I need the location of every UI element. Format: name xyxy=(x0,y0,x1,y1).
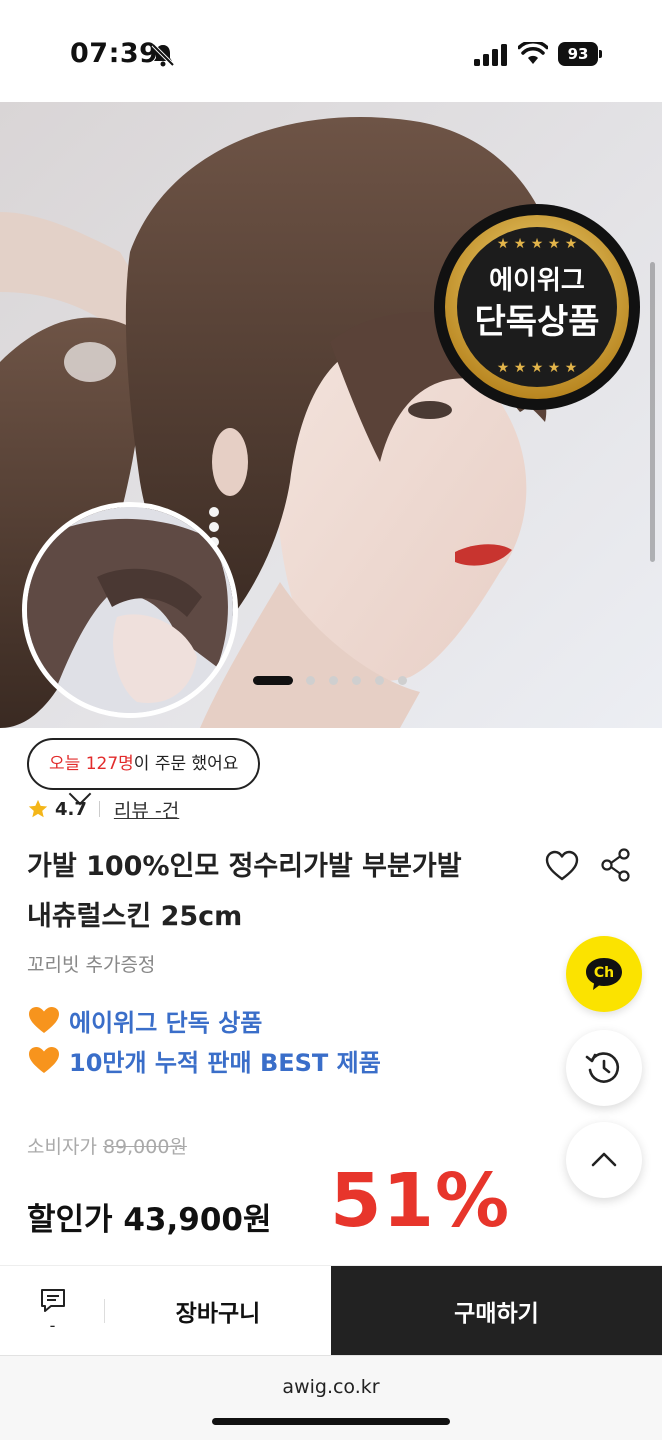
inquiry-button[interactable]: - xyxy=(0,1266,105,1356)
promo-text: 10만개 누적 판매 BEST 제품 xyxy=(69,1048,381,1077)
chat-icon xyxy=(41,1289,65,1312)
share-icon[interactable] xyxy=(600,848,632,882)
rating-value: 4.7 xyxy=(55,798,87,820)
product-title: 가발 100%인모 정수리가발 부분가발 내츄럴스킨 25cm xyxy=(27,842,507,942)
svg-text:★ ★ ★ ★ ★: ★ ★ ★ ★ ★ xyxy=(497,360,578,376)
scroll-indicator xyxy=(650,262,655,562)
product-image-carousel[interactable]: ★ ★ ★ ★ ★ ★ ★ ★ ★ ★ 에이위그 단독상품 xyxy=(0,102,662,728)
detail-inset-photo xyxy=(22,502,238,718)
exclusive-badge: ★ ★ ★ ★ ★ ★ ★ ★ ★ ★ 에이위그 단독상품 xyxy=(432,202,642,412)
promo-text: 에이위그 단독 상품 xyxy=(69,1008,263,1037)
product-title-line2: 내츄럴스킨 25cm xyxy=(27,901,243,932)
promo-line: 에이위그 단독 상품 xyxy=(27,1002,262,1038)
carousel-dot-active[interactable] xyxy=(253,676,293,685)
bottom-action-bar: - 장바구니 구매하기 xyxy=(0,1265,662,1356)
carousel-dot[interactable] xyxy=(352,676,361,685)
order-count-bubble: 오늘 127명이 주문 했어요 xyxy=(27,738,261,790)
order-prefix: 오늘 xyxy=(49,754,86,774)
product-subtitle: 꼬리빗 추가증정 xyxy=(27,954,156,976)
buy-now-button[interactable]: 구매하기 xyxy=(331,1266,662,1356)
consumer-price-label: 소비자가 xyxy=(27,1136,103,1158)
orange-heart-icon xyxy=(29,1047,59,1073)
carousel-dot[interactable] xyxy=(329,676,338,685)
kakao-chat-icon: Ch xyxy=(586,958,622,990)
url-text[interactable]: awig.co.kr xyxy=(0,1376,662,1398)
product-title-line1: 가발 100%인모 정수리가발 부분가발 xyxy=(27,851,462,882)
badge-brand-text: 에이위그 xyxy=(489,266,585,296)
home-indicator xyxy=(212,1418,450,1425)
star-icon xyxy=(28,799,48,818)
scroll-top-button[interactable] xyxy=(566,1122,642,1198)
chevron-up-icon xyxy=(591,1152,617,1167)
heart-icon[interactable] xyxy=(544,848,580,884)
badge-exclusive-text: 단독상품 xyxy=(474,302,600,342)
cellular-signal-icon xyxy=(474,44,507,66)
divider xyxy=(98,801,100,817)
sale-price: 할인가 43,900원 xyxy=(27,1202,272,1238)
orange-heart-icon xyxy=(29,1007,59,1033)
add-to-cart-button[interactable]: 장바구니 xyxy=(105,1266,331,1356)
review-link[interactable]: 리뷰 -건 xyxy=(114,796,179,823)
kakao-channel-button[interactable]: Ch xyxy=(566,936,642,1012)
consumer-price: 소비자가 89,000원 xyxy=(27,1132,187,1159)
svg-text:★ ★ ★ ★ ★: ★ ★ ★ ★ ★ xyxy=(497,236,578,252)
order-count: 127명 xyxy=(85,754,134,774)
inquiry-count: - xyxy=(49,1316,56,1335)
battery-level: 93 xyxy=(558,42,598,66)
order-suffix: 이 주문 했어요 xyxy=(133,754,239,774)
status-time: 07:39 xyxy=(70,38,159,69)
browser-url-bar[interactable]: awig.co.kr xyxy=(0,1355,662,1440)
carousel-dot[interactable] xyxy=(398,676,407,685)
discount-rate: 51% xyxy=(330,1158,511,1244)
rating-row: 4.7 리뷰 -건 xyxy=(27,796,179,822)
wifi-icon xyxy=(518,42,548,64)
promo-line: 10만개 누적 판매 BEST 제품 xyxy=(27,1042,381,1078)
bell-muted-icon xyxy=(151,43,175,67)
carousel-dot[interactable] xyxy=(306,676,315,685)
kakao-label: Ch xyxy=(594,965,614,981)
recent-history-button[interactable] xyxy=(566,1030,642,1106)
status-bar: 07:39 93 xyxy=(0,0,662,102)
consumer-price-value: 89,000원 xyxy=(102,1136,187,1158)
battery-icon: 93 xyxy=(558,42,602,66)
carousel-dot[interactable] xyxy=(375,676,384,685)
history-icon xyxy=(585,1052,620,1083)
